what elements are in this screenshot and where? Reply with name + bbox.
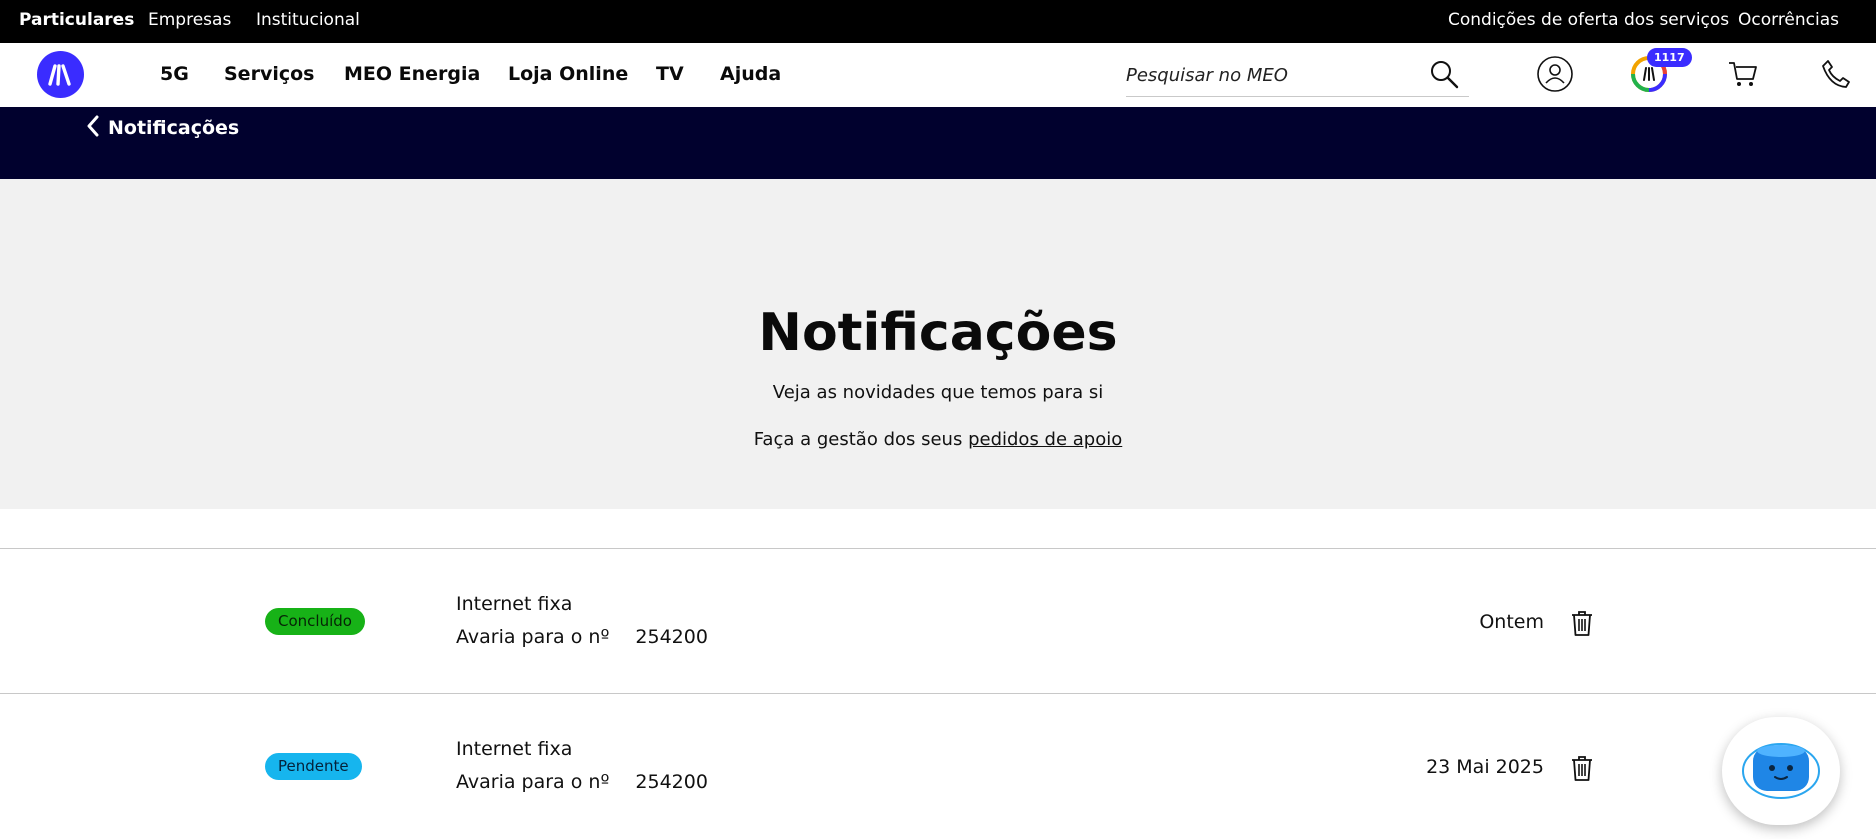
link-ocorrencias[interactable]: Ocorrências [1738,0,1839,43]
nav-item-loja-online[interactable]: Loja Online [508,43,628,107]
nav-item-5g[interactable]: 5G [160,43,189,107]
notification-row[interactable]: Concluído Internet fixa Avaria para o nº… [0,548,1876,693]
support-line: Faça a gestão dos seus pedidos de apoio [0,429,1876,450]
notification-description: Avaria para o nº 254200 [456,626,708,648]
notification-date: 23 Mai 2025 [1426,756,1544,778]
notification-desc-text: Avaria para o nº [456,626,610,648]
notification-number: 254200 [635,771,708,793]
segment-link-institucional[interactable]: Institucional [256,0,360,43]
phone-icon[interactable] [1816,54,1856,94]
chevron-left-icon [86,115,100,142]
status-badge: Pendente [265,753,362,780]
top-utility-bar: Particulares Empresas Institucional Cond… [0,0,1876,43]
page-subtitle: Veja as novidades que temos para si [772,382,1104,403]
nav-item-meo-energia[interactable]: MEO Energia [344,43,480,107]
notification-number: 254200 [635,626,708,648]
notification-title: Internet fixa [456,593,573,615]
trash-icon[interactable] [1569,753,1595,783]
support-requests-link[interactable]: pedidos de apoio [968,429,1122,450]
main-nav: 5G Serviços MEO Energia Loja Online TV A… [0,43,1876,107]
cart-icon[interactable] [1723,54,1763,94]
notification-title: Internet fixa [456,738,573,760]
breadcrumb-band: Notificações [0,107,1876,179]
nav-item-servicos[interactable]: Serviços [224,43,314,107]
segment-link-particulares[interactable]: Particulares [19,0,134,43]
chat-assistant-button[interactable] [1722,717,1840,825]
user-icon[interactable] [1535,54,1575,94]
meo-logo-icon[interactable] [37,51,84,98]
link-condicoes-oferta[interactable]: Condições de oferta dos serviços [1448,0,1729,43]
notification-date: Ontem [1479,611,1544,633]
support-prefix: Faça a gestão dos seus [753,429,969,450]
points-badge: 1117 [1647,48,1692,67]
hero-section: Notificações Veja as novidades que temos… [0,179,1876,509]
notifications-list: Concluído Internet fixa Avaria para o nº… [0,548,1876,838]
status-badge: Concluído [265,608,365,635]
page-title: Notificações [758,303,1118,363]
nav-item-ajuda[interactable]: Ajuda [720,43,781,107]
search-icon[interactable] [1429,59,1459,93]
notification-row[interactable]: Pendente Internet fixa Avaria para o nº 2… [0,693,1876,838]
trash-icon[interactable] [1569,608,1595,638]
search-input[interactable] [1126,57,1416,93]
notification-desc-text: Avaria para o nº [456,771,610,793]
nav-item-tv[interactable]: TV [656,43,684,107]
notification-description: Avaria para o nº 254200 [456,771,708,793]
back-link[interactable]: Notificações [86,113,239,143]
back-link-label: Notificações [108,117,240,139]
search-box [1126,51,1469,97]
chat-assistant-icon [1740,737,1822,805]
segment-link-empresas[interactable]: Empresas [148,0,231,43]
